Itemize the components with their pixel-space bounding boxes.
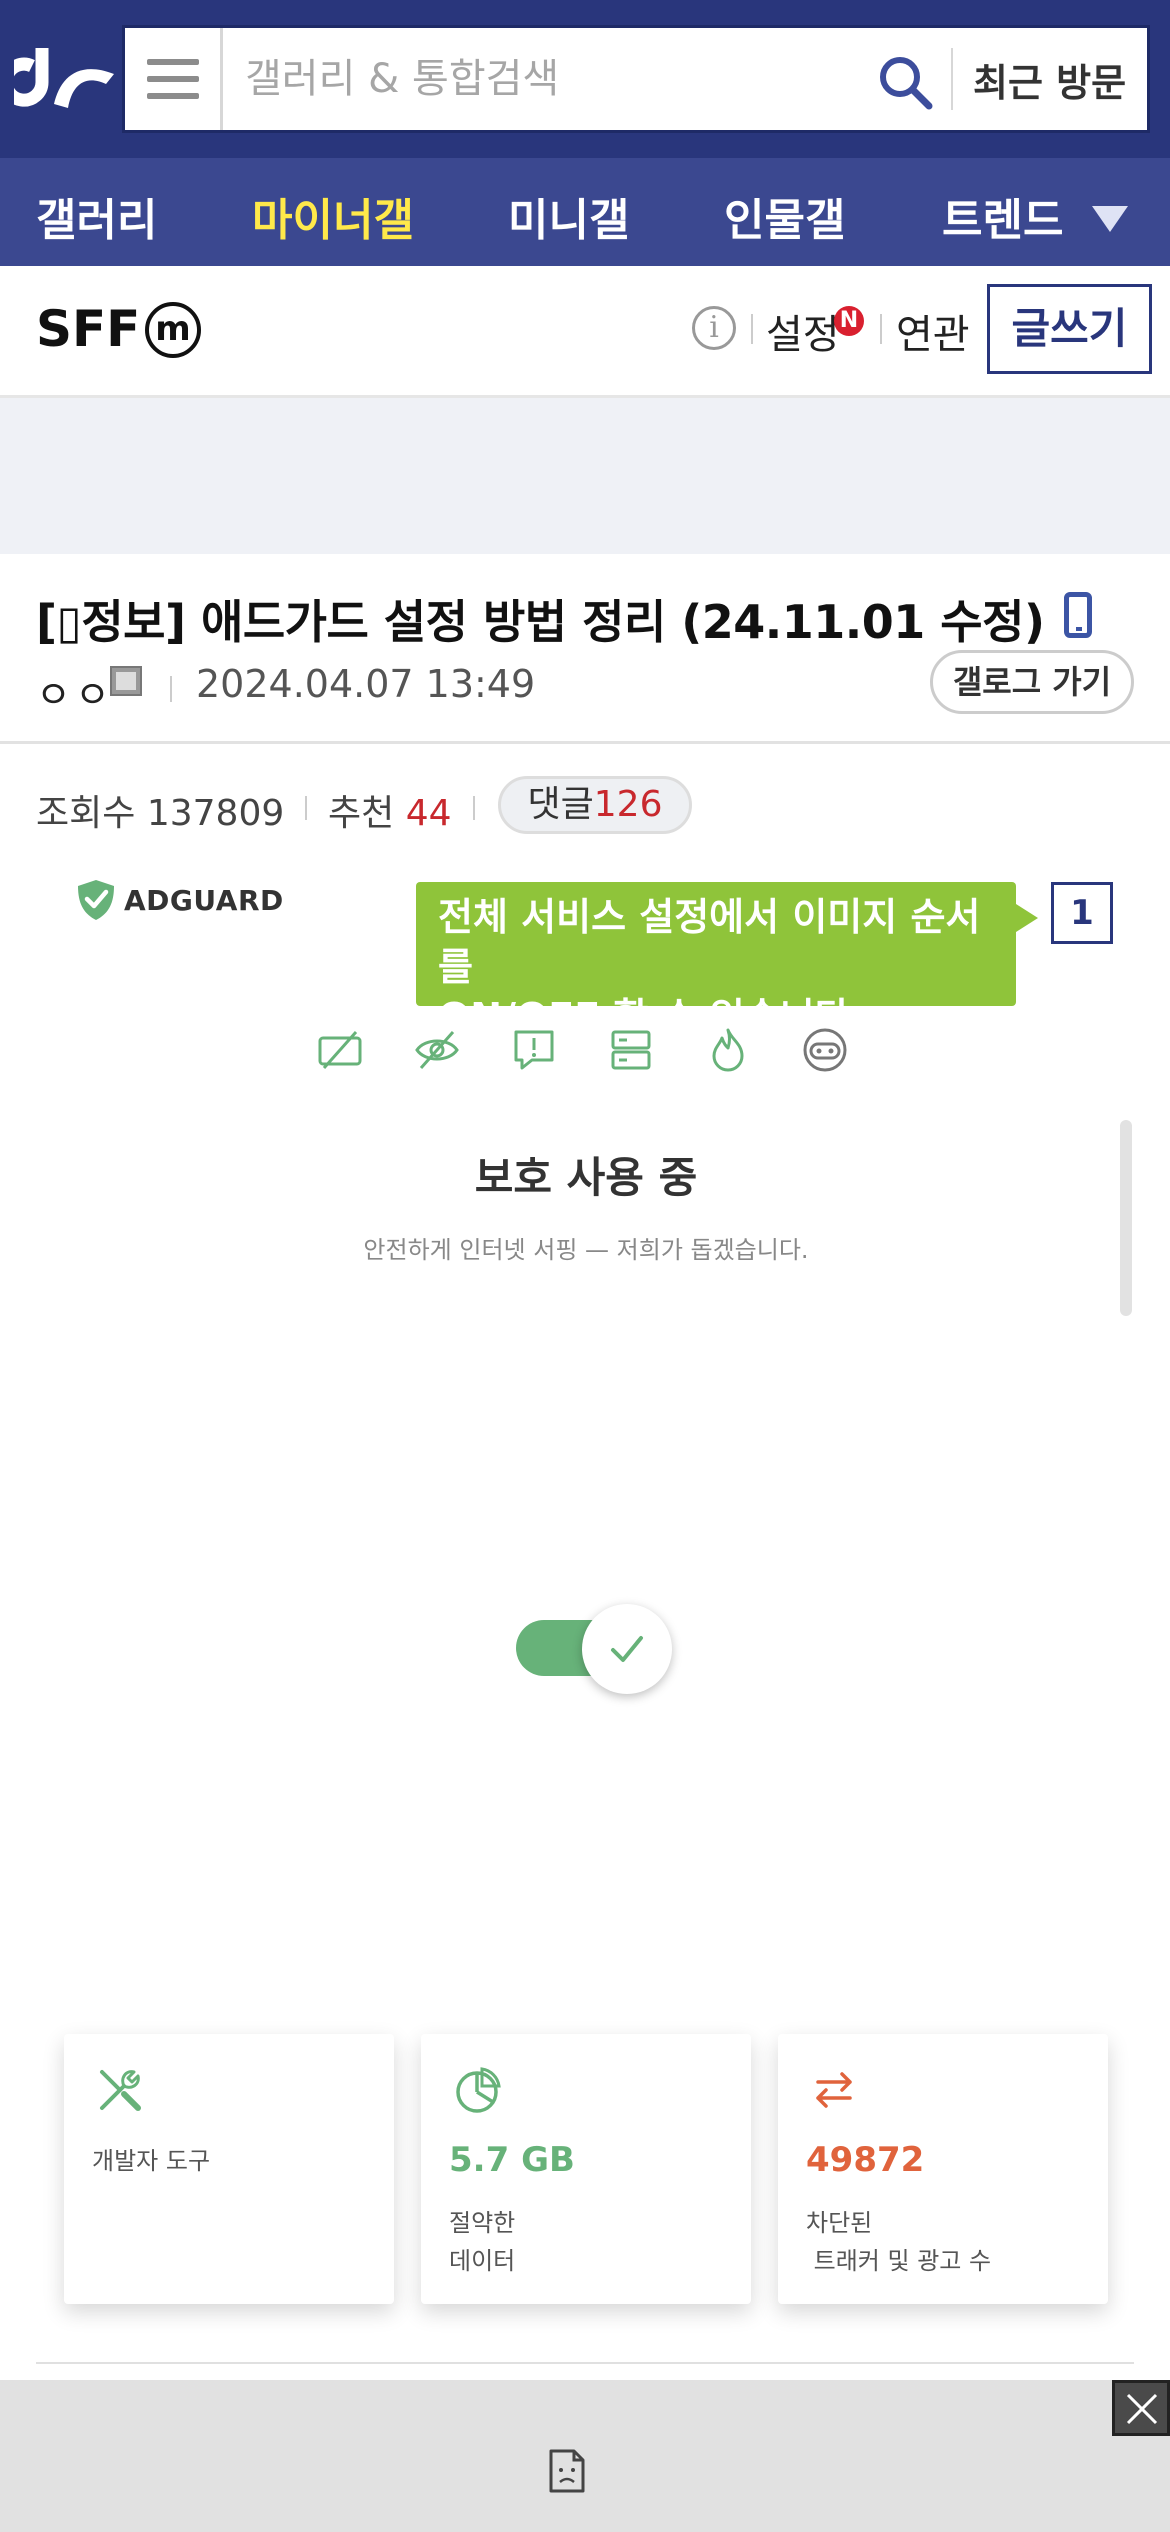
blocked-count-value: 49872 <box>806 2140 925 2180</box>
search-input[interactable] <box>245 48 845 110</box>
checkmark-icon <box>611 1636 643 1662</box>
card-label: 개발자 도구 <box>92 2147 211 2175</box>
post-date: 2024.04.07 13:49 <box>196 662 536 706</box>
adguard-shield-icon <box>78 880 114 920</box>
firewall-flame-icon <box>712 1028 744 1072</box>
info-icon[interactable]: i <box>692 306 736 350</box>
protection-status-title: 보호 사용 중 <box>474 1153 698 1202</box>
developer-tools-card[interactable]: 개발자 도구 <box>64 2034 394 2304</box>
annoyance-icon <box>514 1030 554 1070</box>
recent-visits-button[interactable]: 최근 방문 <box>973 52 1126 107</box>
hamburger-menu-icon[interactable] <box>125 28 223 130</box>
saved-data-card[interactable]: 5.7 GB 절약한 데이터 <box>421 2034 751 2304</box>
dc-logo-icon[interactable] <box>14 38 118 118</box>
gallery-title-bar: SFF m i 설정 N 연관 글쓰기 <box>0 266 1170 398</box>
card-label-2: 트래커 및 광고 수 <box>806 2247 992 2275</box>
comments-label: 댓글 <box>527 784 594 825</box>
search-icon[interactable] <box>875 52 935 112</box>
robot-face-icon <box>803 1028 847 1072</box>
divider <box>880 314 882 344</box>
post-image-adguard-screenshot: ADGUARD 전체 서비스 설정에서 이미지 순서를 ON/OFF 할 수 있… <box>36 854 1134 2364</box>
views-value: 137809 <box>146 793 285 834</box>
post-title: [▯정보] 애드가드 설정 방법 정리 (24.11.01 수정) <box>36 595 1045 649</box>
divider <box>473 796 475 820</box>
close-icon <box>1126 2393 1158 2425</box>
post-author[interactable]: ㅇㅇ <box>36 664 114 719</box>
fixed-nickname-icon <box>110 666 142 696</box>
divider <box>305 796 307 820</box>
protection-toggle-knob[interactable] <box>582 1604 672 1694</box>
nav-expand-icon[interactable] <box>1092 206 1128 232</box>
arrows-swap-icon <box>816 2072 852 2108</box>
comments-value: 126 <box>593 784 663 825</box>
dns-server-icon <box>611 1030 651 1070</box>
divider <box>36 2362 1134 2364</box>
search-box: 최근 방문 <box>122 25 1150 133</box>
ad-placeholder <box>0 398 1170 554</box>
post-header: [▯정보] 애드가드 설정 방법 정리 (24.11.01 수정) ㅇㅇ 202… <box>0 554 1170 744</box>
stealth-mode-icon <box>415 1031 459 1069</box>
recommend-label: 추천 <box>328 793 395 834</box>
ad-close-button[interactable] <box>1112 2380 1170 2436</box>
annotation-tooltip: 전체 서비스 설정에서 이미지 순서를 ON/OFF 할 수 있습니다. <box>416 882 1038 1039</box>
recommend-value: 44 <box>405 793 452 834</box>
views-label: 조회수 <box>36 793 136 834</box>
comments-button[interactable]: 댓글126 <box>498 776 692 834</box>
adguard-brand-text: ADGUARD <box>124 883 284 917</box>
divider <box>751 314 753 344</box>
search-divider <box>951 48 953 110</box>
blocked-trackers-card[interactable]: 49872 차단된 트래커 및 광고 수 <box>778 2034 1108 2304</box>
block-ads-icon <box>318 1031 362 1069</box>
new-badge: N <box>834 306 864 336</box>
gallery-nav: 갤러리 마이너갤 미니갤 인물갤 트렌드 <box>0 158 1170 266</box>
card-label: 절약한 <box>449 2209 516 2237</box>
top-header: 최근 방문 <box>0 0 1170 158</box>
card-label: 차단된 <box>806 2209 873 2237</box>
post-stats: 조회수 137809 추천 44 댓글126 <box>0 744 1170 854</box>
nav-item-minor-gallery[interactable]: 마이너갤 <box>252 184 414 248</box>
recommend-count: 추천 44 <box>328 784 452 836</box>
tooltip-line-1: 전체 서비스 설정에서 이미지 순서를 <box>438 895 981 989</box>
gallery-name[interactable]: SFF <box>36 300 140 358</box>
nav-item-mini-gallery[interactable]: 미니갤 <box>508 184 629 248</box>
settings-link[interactable]: 설정 <box>766 302 840 360</box>
saved-data-value: 5.7 GB <box>449 2140 575 2180</box>
gallog-button[interactable]: 갤로그 가기 <box>930 650 1134 714</box>
nav-item-gallery[interactable]: 갤러리 <box>36 184 157 248</box>
pie-chart-icon <box>456 2067 501 2113</box>
card-label-2: 데이터 <box>449 2247 516 2275</box>
related-link[interactable]: 연관 <box>896 302 970 360</box>
nav-item-person-gallery[interactable]: 인물갤 <box>724 184 845 248</box>
broken-image-icon <box>549 2449 585 2493</box>
divider <box>170 676 172 702</box>
protection-status-subtitle: 안전하게 인터넷 서핑 — 저희가 돕겠습니다. <box>363 1236 809 1264</box>
tools-icon <box>100 2070 141 2111</box>
annotation-number: 1 <box>1051 882 1113 944</box>
write-post-button[interactable]: 글쓰기 <box>987 284 1152 374</box>
mobile-icon <box>1064 592 1092 638</box>
minor-gallery-badge-icon: m <box>145 302 201 358</box>
feature-icon-row <box>316 1026 849 1074</box>
nav-item-trend[interactable]: 트렌드 <box>942 184 1063 248</box>
views-count: 조회수 137809 <box>36 784 284 836</box>
adguard-logo: ADGUARD <box>76 878 284 922</box>
